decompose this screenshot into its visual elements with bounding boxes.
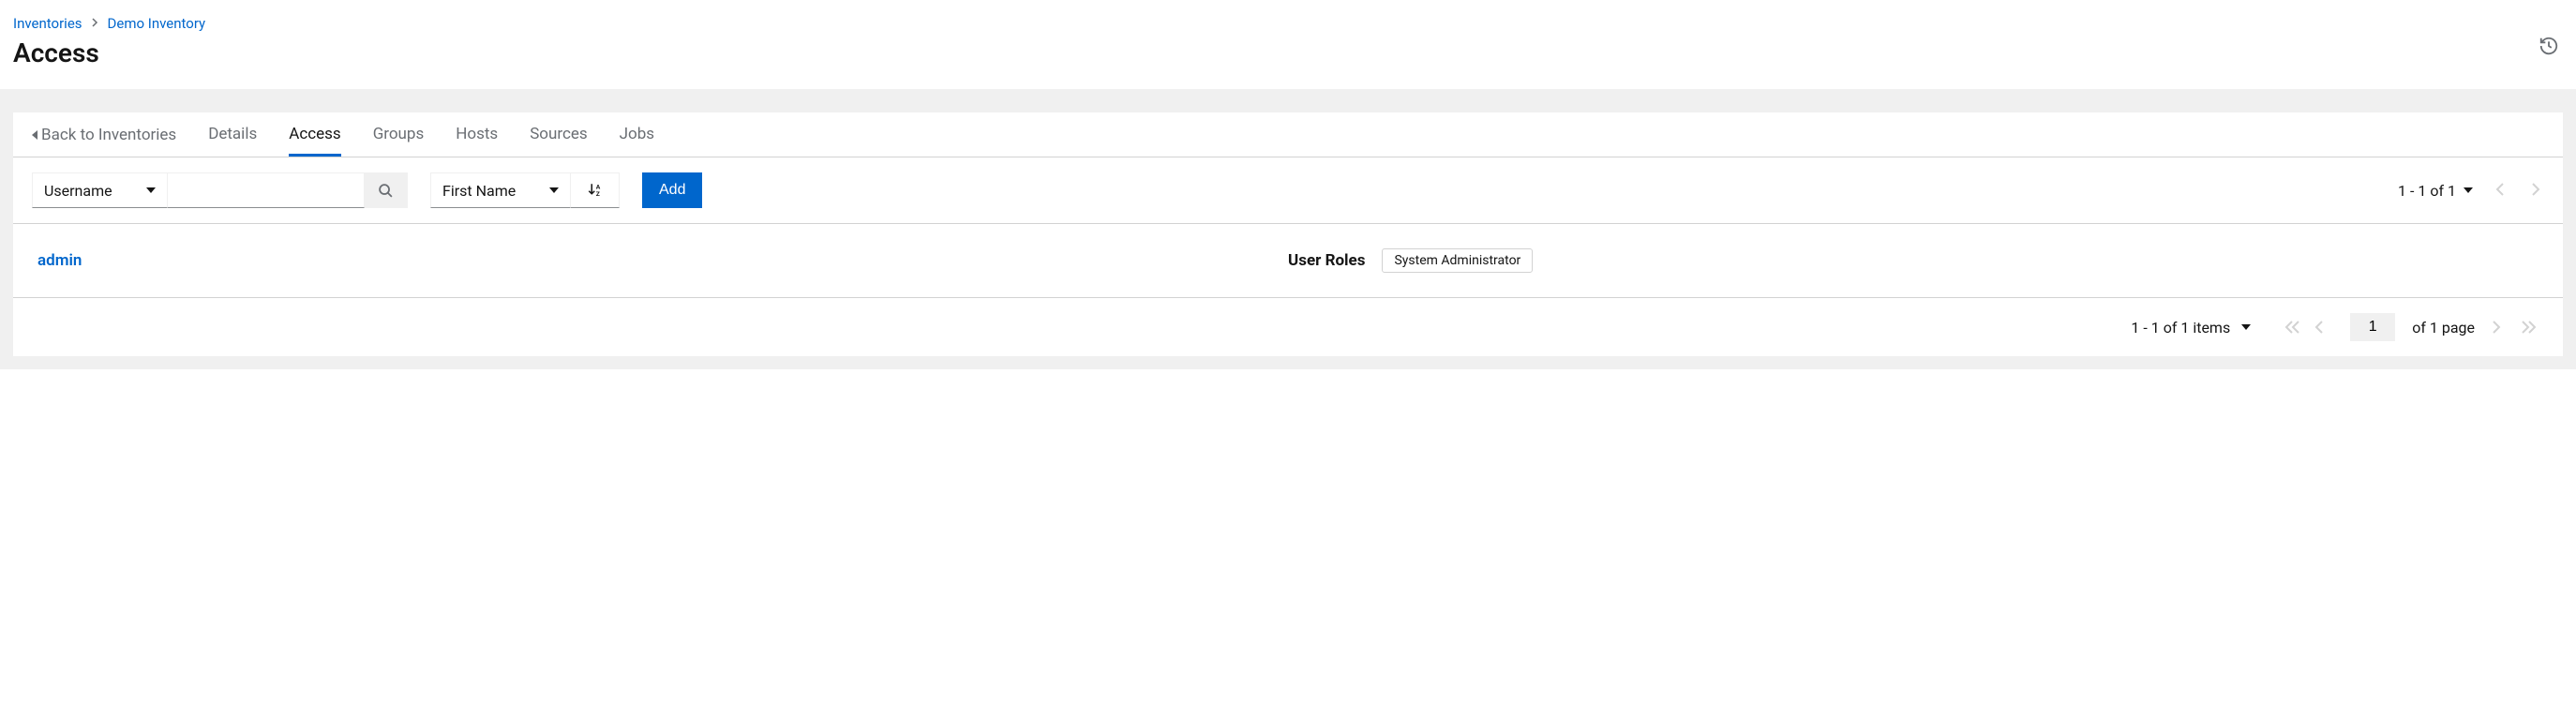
tab-sources[interactable]: Sources [530, 112, 587, 157]
toolbar-right: 1 - 1 of 1 [2398, 181, 2544, 201]
items-count-text: 1 - 1 of 1 items [2131, 319, 2230, 337]
back-to-inventories-link[interactable]: Back to Inventories [32, 113, 176, 157]
caret-down-icon [2241, 324, 2251, 330]
sort-az-icon: A Z [587, 182, 604, 199]
breadcrumb-link-current[interactable]: Demo Inventory [108, 15, 206, 32]
search-input-wrap [168, 172, 365, 208]
pagination-nav-left [2284, 321, 2333, 334]
add-button[interactable]: Add [642, 172, 702, 208]
last-page-button[interactable] [2522, 321, 2540, 334]
filter-field-label: Username [44, 182, 112, 200]
access-card: Back to Inventories Details Access Group… [13, 112, 2563, 356]
filter-field-select[interactable]: Username [32, 172, 168, 208]
top-prev-button[interactable] [2492, 181, 2509, 201]
roles-cell: User Roles System Administrator [1288, 248, 2539, 273]
svg-text:Z: Z [595, 190, 599, 198]
tab-access[interactable]: Access [289, 112, 340, 157]
caret-down-icon [549, 187, 559, 193]
next-page-button[interactable] [2492, 321, 2510, 334]
user-link[interactable]: admin [37, 251, 82, 270]
search-button[interactable] [365, 172, 408, 208]
table-row: admin User Roles System Administrator [13, 224, 2563, 298]
items-per-page-dropdown[interactable]: 1 - 1 of 1 items [2131, 319, 2251, 337]
page-suffix-label: of 1 page [2412, 319, 2475, 337]
breadcrumb-link-inventories[interactable]: Inventories [13, 15, 82, 32]
search-input[interactable] [177, 173, 354, 207]
search-filter-group: Username [32, 172, 408, 208]
user-cell: admin [37, 251, 1288, 270]
breadcrumb: Inventories Demo Inventory [13, 15, 2563, 32]
first-page-button[interactable] [2284, 321, 2303, 334]
caret-down-icon [2464, 187, 2473, 193]
breadcrumb-separator [92, 17, 98, 30]
tab-hosts[interactable]: Hosts [456, 112, 498, 157]
roles-label: User Roles [1288, 251, 1365, 270]
pagination-bar: 1 - 1 of 1 items of 1 page [13, 298, 2563, 356]
page-number-input[interactable] [2350, 313, 2395, 341]
role-chip[interactable]: System Administrator [1382, 248, 1533, 273]
caret-down-icon [146, 187, 156, 193]
top-next-button[interactable] [2527, 181, 2544, 201]
sort-field-select[interactable]: First Name [430, 172, 571, 208]
tab-bar: Back to Inventories Details Access Group… [13, 112, 2563, 157]
pagination-nav-right [2492, 321, 2540, 334]
search-icon [378, 183, 394, 199]
tab-groups[interactable]: Groups [373, 112, 425, 157]
tab-details[interactable]: Details [208, 112, 257, 157]
top-count-text: 1 - 1 of 1 [2398, 182, 2456, 200]
sort-filter-group: First Name A Z [430, 172, 620, 208]
sort-direction-button[interactable]: A Z [571, 172, 620, 208]
caret-left-icon [32, 130, 37, 140]
top-count-dropdown[interactable]: 1 - 1 of 1 [2398, 182, 2473, 200]
prev-page-button[interactable] [2314, 321, 2333, 334]
history-icon[interactable] [2539, 36, 2559, 56]
toolbar: Username First Name [13, 157, 2563, 224]
tab-jobs[interactable]: Jobs [620, 112, 654, 157]
back-link-label: Back to Inventories [41, 126, 176, 144]
sort-field-label: First Name [442, 182, 516, 200]
page-title: Access [13, 37, 2563, 68]
